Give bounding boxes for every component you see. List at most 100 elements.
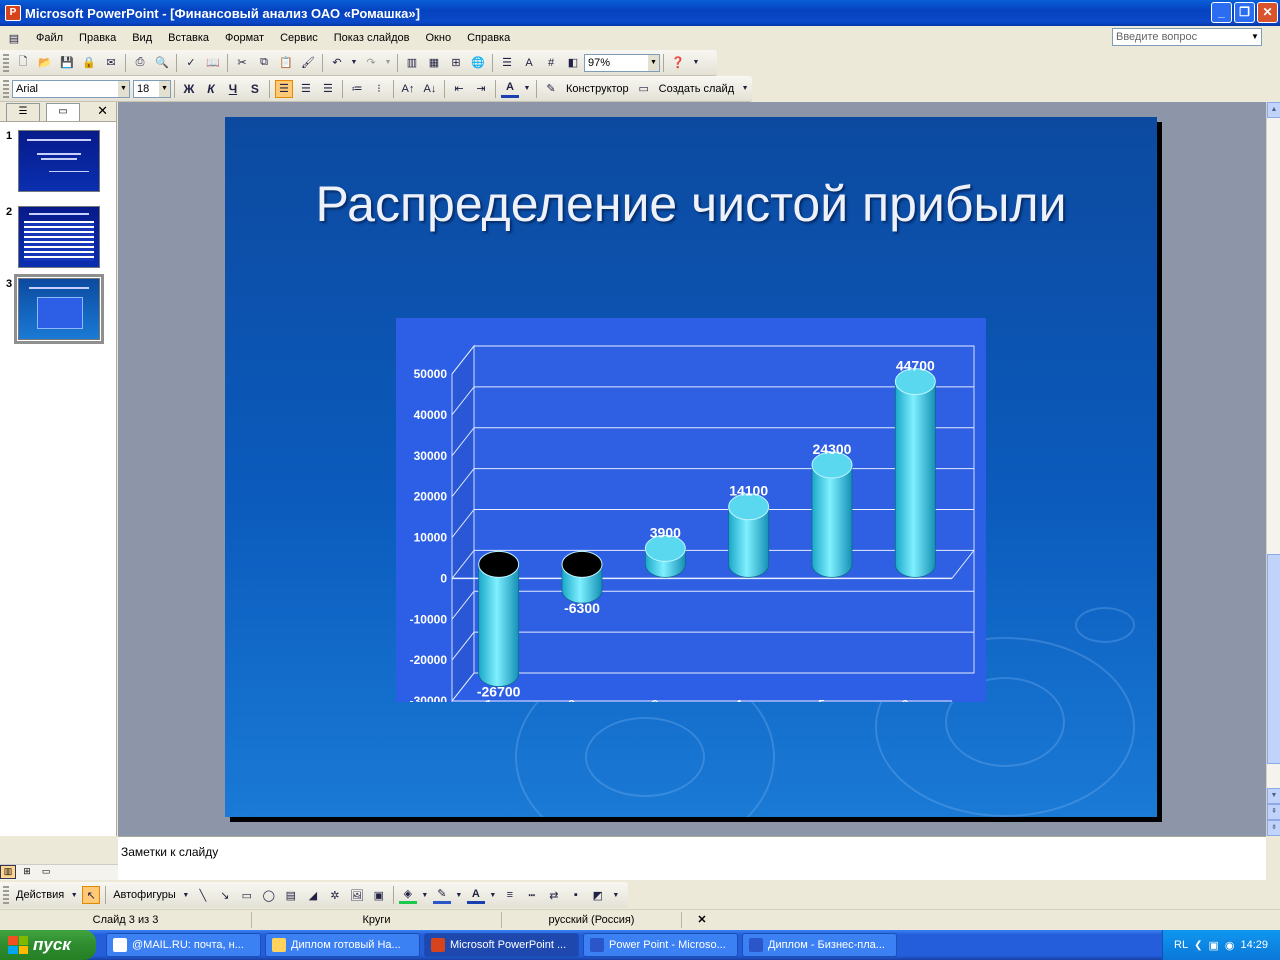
wordart-icon[interactable]: ◢ [304,886,322,904]
task-button[interactable]: Microsoft PowerPoint ... [424,933,579,957]
maximize-button[interactable]: ❐ [1234,2,1255,23]
save-icon[interactable]: 💾 [58,54,76,72]
zoom-select[interactable]: 97% ▼ [584,53,660,72]
design-icon[interactable]: ✎ [542,80,560,98]
network-icon[interactable]: ▣ [1208,939,1218,952]
copy-icon[interactable]: ⧉ [255,54,273,72]
font-color-dropdown-icon[interactable]: ▼ [523,80,531,98]
chevron-down-icon[interactable]: ▼ [70,886,78,904]
toolbar-grip[interactable] [3,79,9,98]
scroll-thumb[interactable] [1267,554,1280,764]
toolbar-grip[interactable] [3,53,9,72]
task-button[interactable]: Диплом готовый На... [265,933,420,957]
design-button[interactable]: Конструктор [562,83,633,95]
toolbar-options-icon[interactable]: ▼ [611,886,621,904]
menu-file[interactable]: Файл [28,28,71,48]
tables-borders-icon[interactable]: ⊞ [447,54,465,72]
menu-slideshow[interactable]: Показ слайдов [326,28,418,48]
underline-button[interactable]: Ч [224,80,242,98]
slide-thumbnail-2[interactable] [18,206,100,268]
close-button[interactable]: ✕ [1257,2,1278,23]
slide-thumbnail-1[interactable] [18,130,100,192]
menu-edit[interactable]: Правка [71,28,124,48]
font-color-icon[interactable]: A [500,80,519,98]
scroll-up-icon[interactable]: ▲ [1267,102,1280,118]
shadow-button[interactable]: S [246,80,264,98]
chevron-down-icon[interactable]: ▼ [158,80,170,97]
line-icon[interactable]: ╲ [194,886,212,904]
task-button[interactable]: Power Point - Microso... [583,933,738,957]
tab-slides[interactable]: ▭ [46,103,80,121]
undo-dropdown-icon[interactable]: ▼ [350,54,358,72]
profit-chart[interactable]: 50000 40000 30000 20000 10000 0 -10000 -20000 -3… [396,318,986,702]
language-indicator[interactable]: RL [1174,939,1188,951]
line-color-icon[interactable]: ✎ [432,886,451,904]
toolbar-grip[interactable] [3,886,9,904]
open-icon[interactable]: 📂 [36,54,54,72]
font-color-icon[interactable]: A [466,886,485,904]
bullets-icon[interactable]: ⁝ [370,80,388,98]
italic-button[interactable]: К [202,80,220,98]
tab-outline[interactable]: ☰ [6,103,40,121]
chevron-down-icon[interactable]: ▼ [117,80,129,97]
3d-style-icon[interactable]: ◩ [589,886,607,904]
decrease-font-icon[interactable]: A↓ [421,80,439,98]
line-style-icon[interactable]: ≡ [501,886,519,904]
close-icon[interactable]: ✕ [97,103,108,119]
show-formatting-icon[interactable]: A [520,54,538,72]
format-painter-icon[interactable]: 🖌 [299,54,317,72]
email-icon[interactable]: ✉ [102,54,120,72]
chevron-down-icon[interactable]: ▼ [182,886,190,904]
task-button[interactable]: @MAIL.RU: почта, н... [106,933,261,957]
spelling-icon[interactable]: ✓ [182,54,200,72]
font-size-select[interactable]: 18 ▼ [132,79,171,98]
chevron-down-icon[interactable]: ▼ [455,886,463,904]
ask-question-input[interactable]: Введите вопрос ▼ [1112,28,1262,46]
scroll-down-icon[interactable]: ▼ [1267,788,1280,804]
paste-icon[interactable]: 📋 [277,54,295,72]
new-slide-button[interactable]: Создать слайд [655,83,738,95]
toolbar-options-icon[interactable]: ▼ [691,54,701,72]
rectangle-icon[interactable]: ▭ [238,886,256,904]
print-icon[interactable]: ⎙ [131,54,149,72]
color-grayscale-icon[interactable]: ◧ [564,54,582,72]
menu-help[interactable]: Справка [459,28,518,48]
notes-pane[interactable]: Заметки к слайду [118,836,1266,880]
spelling-status-icon[interactable]: ✕ [682,912,722,928]
powerpoint-app-icon[interactable]: P [5,5,21,21]
insert-table-icon[interactable]: ▦ [425,54,443,72]
insert-chart-icon[interactable]: ▥ [403,54,421,72]
align-center-icon[interactable]: ☰ [297,80,315,98]
normal-view-icon[interactable]: ▥ [0,865,16,879]
security-icon[interactable]: ◉ [1225,939,1235,952]
slide-thumbnail-3[interactable] [14,274,104,344]
redo-dropdown-icon[interactable]: ▼ [384,54,392,72]
undo-icon[interactable]: ↶ [328,54,346,72]
slide-canvas[interactable]: Распределение чистой прибыли 50000 40000 3… [225,117,1157,817]
permission-icon[interactable]: 🔒 [80,54,98,72]
diagram-icon[interactable]: ✲ [326,886,344,904]
bold-button[interactable]: Ж [180,80,198,98]
textbox-icon[interactable]: ▤ [282,886,300,904]
research-icon[interactable]: 📖 [204,54,222,72]
chevron-down-icon[interactable]: ▼ [648,54,659,71]
dash-style-icon[interactable]: ┅ [523,886,541,904]
slide-sorter-icon[interactable]: ⊞ [19,866,35,880]
clipart-icon[interactable]: 🖼 [348,886,366,904]
align-left-icon[interactable]: ☰ [274,79,293,98]
decrease-indent-icon[interactable]: ⇤ [450,80,468,98]
previous-slide-icon[interactable]: ⇞ [1267,804,1280,820]
increase-indent-icon[interactable]: ⇥ [472,80,490,98]
autoshapes-menu[interactable]: Автофигуры [109,889,180,901]
align-right-icon[interactable]: ☰ [319,80,337,98]
next-slide-icon[interactable]: ⇟ [1267,820,1280,836]
menu-insert[interactable]: Вставка [160,28,217,48]
start-button[interactable]: пуск [0,930,96,960]
shadow-style-icon[interactable]: ▪ [567,886,585,904]
toolbar-options-icon[interactable]: ▼ [740,80,750,98]
select-objects-icon[interactable]: ↖ [82,886,101,904]
picture-icon[interactable]: ▣ [370,886,388,904]
expand-all-icon[interactable]: ☰ [498,54,516,72]
insert-hyperlink-icon[interactable]: 🌐 [469,54,487,72]
new-slide-icon[interactable]: ▭ [635,80,653,98]
